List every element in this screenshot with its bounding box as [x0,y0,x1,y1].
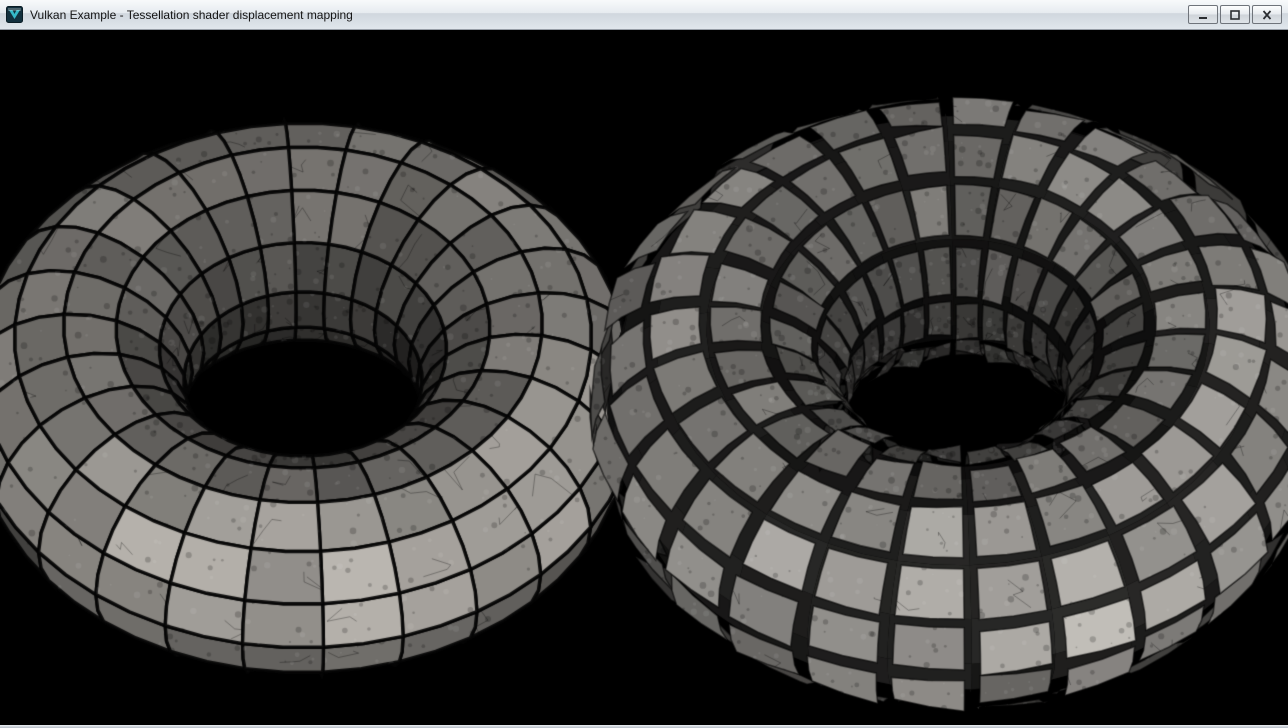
app-window: Vulkan Example - Tessellation shader dis… [0,0,1288,728]
vulkan-app-icon[interactable] [6,6,23,23]
torus-right-region [644,30,1288,725]
window-controls [1186,5,1282,24]
render-viewport [0,30,1288,725]
torus-left-region [0,30,644,725]
maximize-button[interactable] [1220,5,1250,24]
close-icon [1261,10,1273,20]
titlebar[interactable]: Vulkan Example - Tessellation shader dis… [0,0,1288,30]
window-title: Vulkan Example - Tessellation shader dis… [30,8,353,22]
maximize-restore-icon [1229,10,1241,20]
minimize-icon [1197,10,1209,20]
close-button[interactable] [1252,5,1282,24]
minimize-button[interactable] [1188,5,1218,24]
